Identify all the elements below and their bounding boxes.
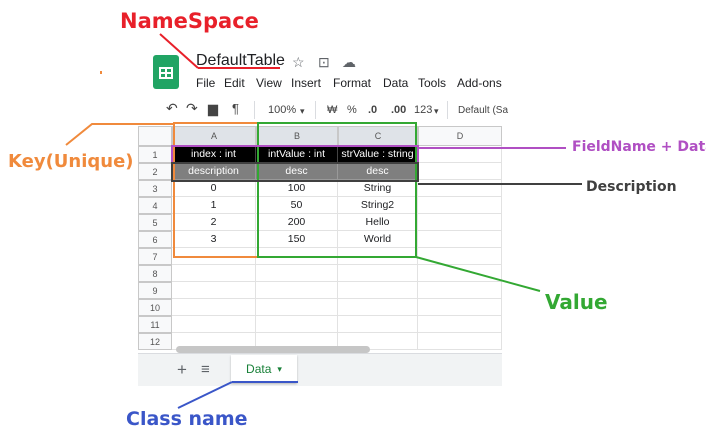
fieldname-label: FieldName + DataT <box>572 139 706 155</box>
classname-label: Class name <box>126 408 248 430</box>
fieldname-highlight-box <box>171 145 419 164</box>
namespace-pointer <box>159 33 199 69</box>
key-pointer <box>65 123 174 146</box>
value-highlight-box <box>257 122 417 258</box>
description-label: Description <box>586 179 677 195</box>
namespace-label: NameSpace <box>120 9 259 33</box>
description-highlight-box <box>171 162 419 182</box>
value-label: Value <box>545 290 608 314</box>
key-label: Key(Unique) <box>8 151 134 172</box>
key-highlight-box <box>173 122 259 258</box>
classname-pointer <box>177 381 233 409</box>
value-pointer <box>415 256 541 292</box>
stray-mark <box>100 71 102 74</box>
annotation-overlay <box>65 33 582 409</box>
